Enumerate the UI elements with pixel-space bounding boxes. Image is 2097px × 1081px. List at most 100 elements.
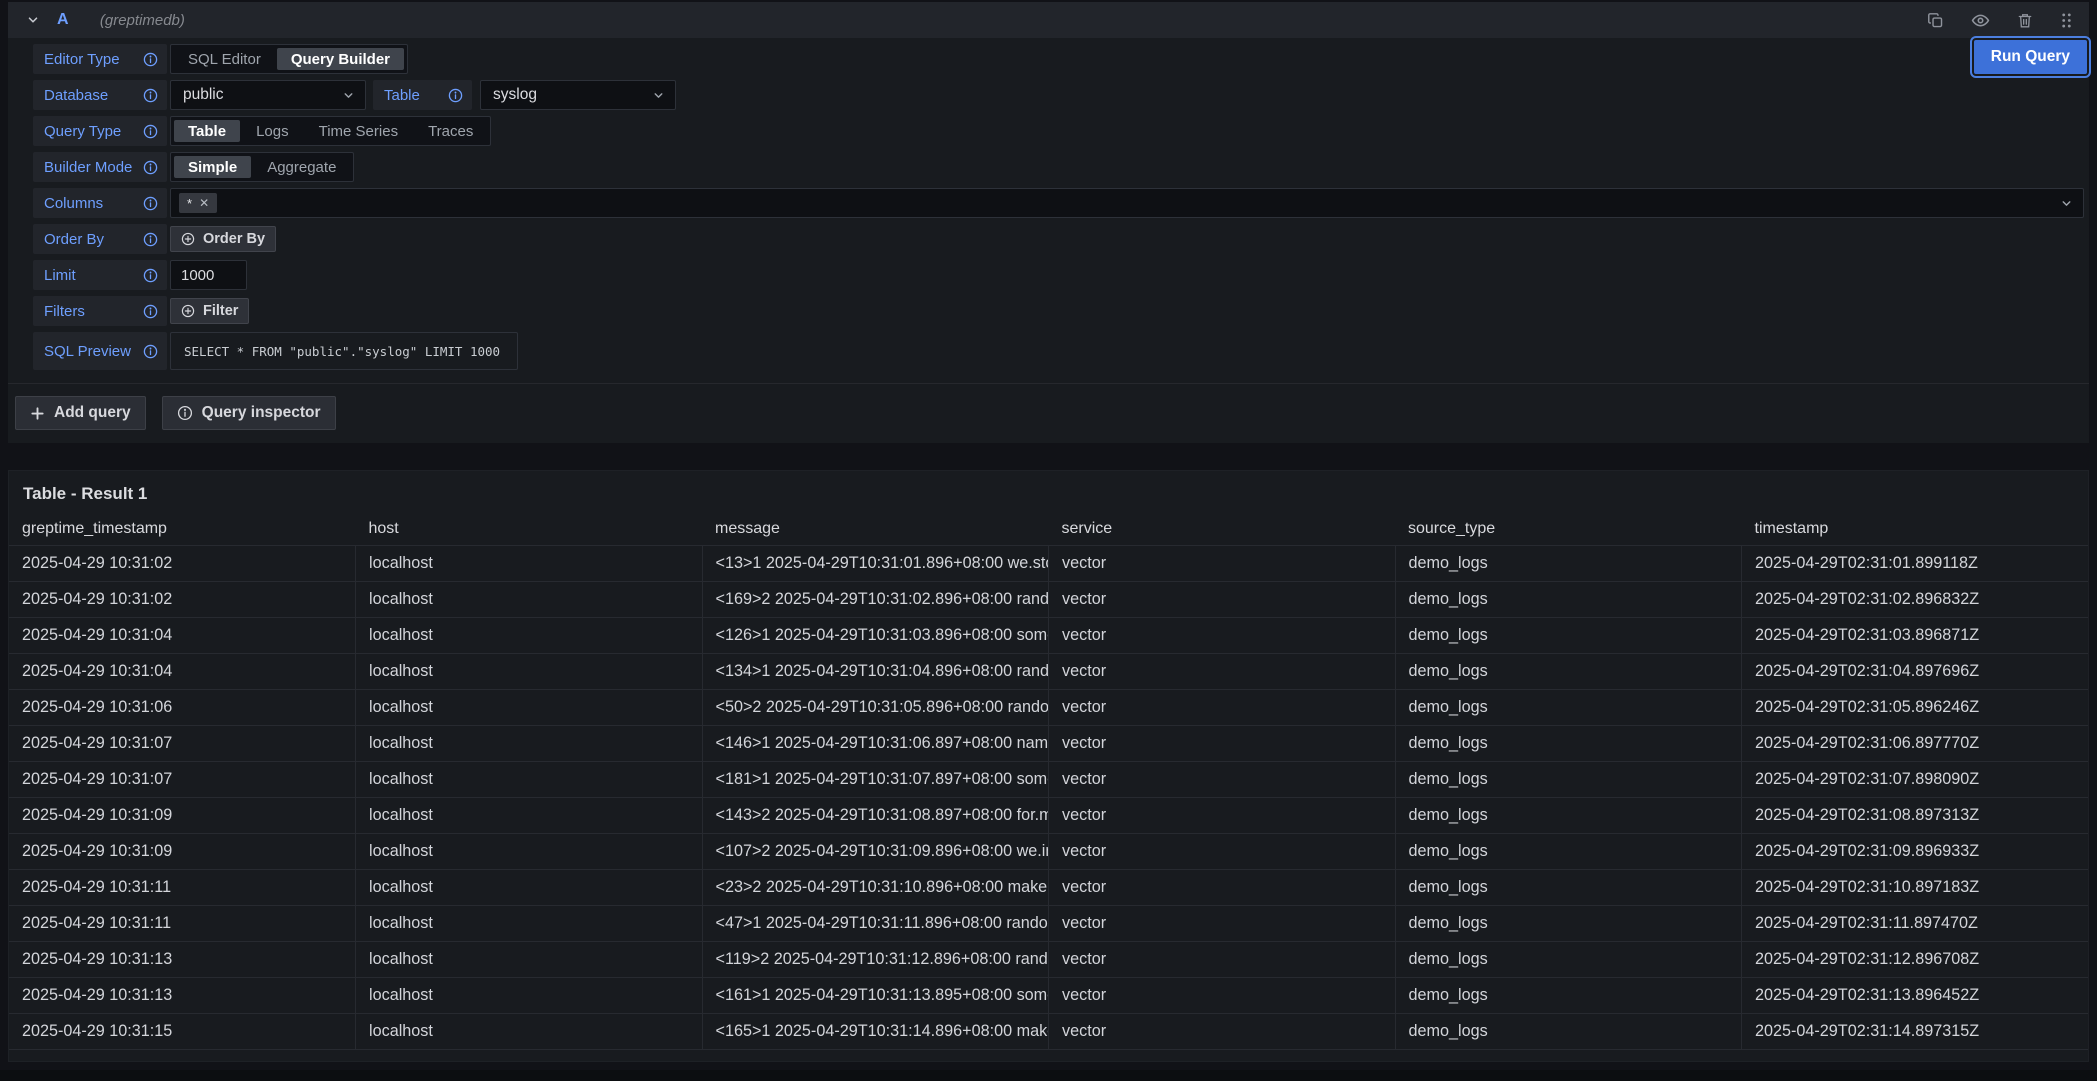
table-cell: 2025-04-29 10:31:06 <box>9 689 356 725</box>
table-row: 2025-04-29 10:31:02localhost<169>2 2025-… <box>9 581 2088 617</box>
chevron-down-icon <box>2060 197 2073 210</box>
builder-mode-group[interactable]: SimpleAggregate <box>170 152 354 182</box>
table-row: 2025-04-29 10:31:13localhost<119>2 2025-… <box>9 941 2088 977</box>
columns-row: Columns *✕ <box>33 188 2089 218</box>
duplicate-query-icon[interactable] <box>1927 12 1944 29</box>
table-cell: localhost <box>356 689 703 725</box>
option-logs[interactable]: Logs <box>242 120 303 142</box>
table-cell: demo_logs <box>1395 1013 1742 1049</box>
database-select[interactable]: public <box>170 80 366 110</box>
option-traces[interactable]: Traces <box>414 120 487 142</box>
table-cell: demo_logs <box>1395 905 1742 941</box>
column-header-greptime_timestamp[interactable]: greptime_timestamp <box>9 514 356 545</box>
table-label: Table <box>373 80 472 110</box>
table-cell: 2025-04-29 10:31:15 <box>9 1013 356 1049</box>
table-cell: <146>1 2025-04-29T10:31:06.897+08:00 nam… <box>702 725 1049 761</box>
drag-handle-icon[interactable] <box>2060 12 2073 29</box>
info-icon[interactable] <box>143 344 158 359</box>
add-query-button[interactable]: Add query <box>15 396 146 430</box>
run-query-button[interactable]: Run Query <box>1974 40 2087 74</box>
remove-chip-icon[interactable]: ✕ <box>199 197 209 209</box>
field-label-text: Table <box>384 87 420 104</box>
info-icon[interactable] <box>143 268 158 283</box>
table-cell: 2025-04-29 10:31:09 <box>9 797 356 833</box>
field-label-text: Order By <box>44 231 104 248</box>
columns-multiselect[interactable]: *✕ <box>170 188 2084 218</box>
table-cell: <165>1 2025-04-29T10:31:14.896+08:00 mak… <box>702 1013 1049 1049</box>
info-icon[interactable] <box>448 88 463 103</box>
field-label-text: Limit <box>44 267 76 284</box>
chip-label: * <box>187 196 192 211</box>
query-inspector-button[interactable]: Query inspector <box>162 396 336 430</box>
table-cell: demo_logs <box>1395 581 1742 617</box>
builder-mode-label: Builder Mode <box>33 152 167 182</box>
info-icon[interactable] <box>143 232 158 247</box>
query-type-group[interactable]: TableLogsTime SeriesTraces <box>170 116 491 146</box>
option-time-series[interactable]: Time Series <box>305 120 412 142</box>
table-cell: 2025-04-29T02:31:14.897315Z <box>1742 1013 2089 1049</box>
table-cell: <134>1 2025-04-29T10:31:04.896+08:00 ran… <box>702 653 1049 689</box>
add-order-by-button[interactable]: Order By <box>170 226 276 252</box>
field-label-text: Filters <box>44 303 85 320</box>
table-cell: demo_logs <box>1395 617 1742 653</box>
query-type-label: Query Type <box>33 116 167 146</box>
table-cell: demo_logs <box>1395 545 1742 581</box>
option-simple[interactable]: Simple <box>174 156 251 178</box>
column-header-host[interactable]: host <box>356 514 703 545</box>
table-cell: vector <box>1049 797 1396 833</box>
table-cell: <23>2 2025-04-29T10:31:10.896+08:00 make… <box>702 869 1049 905</box>
table-cell: localhost <box>356 941 703 977</box>
table-select[interactable]: syslog <box>480 80 676 110</box>
table-cell: localhost <box>356 905 703 941</box>
table-cell: 2025-04-29T02:31:13.896452Z <box>1742 977 2089 1013</box>
collapse-chevron-icon[interactable] <box>26 13 40 27</box>
table-cell: vector <box>1049 761 1396 797</box>
info-icon[interactable] <box>143 52 158 67</box>
field-label-text: Columns <box>44 195 103 212</box>
sql-preview-row: SQL Preview SELECT * FROM "public"."sysl… <box>33 332 2089 370</box>
add-filter-button[interactable]: Filter <box>170 298 249 324</box>
table-cell: 2025-04-29T02:31:05.896246Z <box>1742 689 2089 725</box>
option-table[interactable]: Table <box>174 120 240 142</box>
table-cell: 2025-04-29T02:31:10.897183Z <box>1742 869 2089 905</box>
result-panel-title: Table - Result 1 <box>9 471 2088 504</box>
info-icon[interactable] <box>143 160 158 175</box>
option-sql-editor[interactable]: SQL Editor <box>174 48 275 70</box>
column-header-source_type[interactable]: source_type <box>1395 514 1742 545</box>
table-cell: 2025-04-29 10:31:07 <box>9 725 356 761</box>
option-aggregate[interactable]: Aggregate <box>253 156 350 178</box>
table-cell: vector <box>1049 689 1396 725</box>
query-row-header[interactable]: A (greptimedb) <box>8 2 2089 38</box>
grafana-query-edit-page: { "panel_header": { "ref_id": "A", "data… <box>0 0 2097 1081</box>
column-header-service[interactable]: service <box>1049 514 1396 545</box>
button-label: Query inspector <box>202 404 321 422</box>
field-label-text: SQL Preview <box>44 343 131 360</box>
table-cell: vector <box>1049 617 1396 653</box>
hide-response-eye-icon[interactable] <box>1971 11 1990 30</box>
table-row: 2025-04-29 10:31:02localhost<13>1 2025-0… <box>9 545 2088 581</box>
info-icon[interactable] <box>143 196 158 211</box>
column-header-message[interactable]: message <box>702 514 1049 545</box>
info-icon[interactable] <box>143 304 158 319</box>
info-icon[interactable] <box>143 88 158 103</box>
option-query-builder[interactable]: Query Builder <box>277 48 404 70</box>
filters-label: Filters <box>33 296 167 326</box>
delete-query-trash-icon[interactable] <box>2017 12 2033 29</box>
table-cell: <169>2 2025-04-29T10:31:02.896+08:00 ran… <box>702 581 1049 617</box>
query-type-row: Query Type TableLogsTime SeriesTraces <box>33 116 2089 146</box>
field-label-text: Editor Type <box>44 51 120 68</box>
table-cell: 2025-04-29T02:31:03.896871Z <box>1742 617 2089 653</box>
query-actions <box>1927 11 2073 30</box>
database-select-value: public <box>183 86 224 104</box>
result-table: greptime_timestamphostmessageservicesour… <box>9 514 2088 1050</box>
limit-input[interactable] <box>170 260 247 290</box>
info-circle-icon <box>177 405 193 421</box>
column-header-timestamp[interactable]: timestamp <box>1742 514 2089 545</box>
editor-type-group[interactable]: SQL EditorQuery Builder <box>170 44 408 74</box>
chevron-down-icon <box>652 89 665 102</box>
table-cell: demo_logs <box>1395 833 1742 869</box>
info-icon[interactable] <box>143 124 158 139</box>
column-chip[interactable]: *✕ <box>179 193 217 213</box>
query-ref-id[interactable]: A <box>57 11 69 29</box>
table-row: 2025-04-29 10:31:07localhost<181>1 2025-… <box>9 761 2088 797</box>
